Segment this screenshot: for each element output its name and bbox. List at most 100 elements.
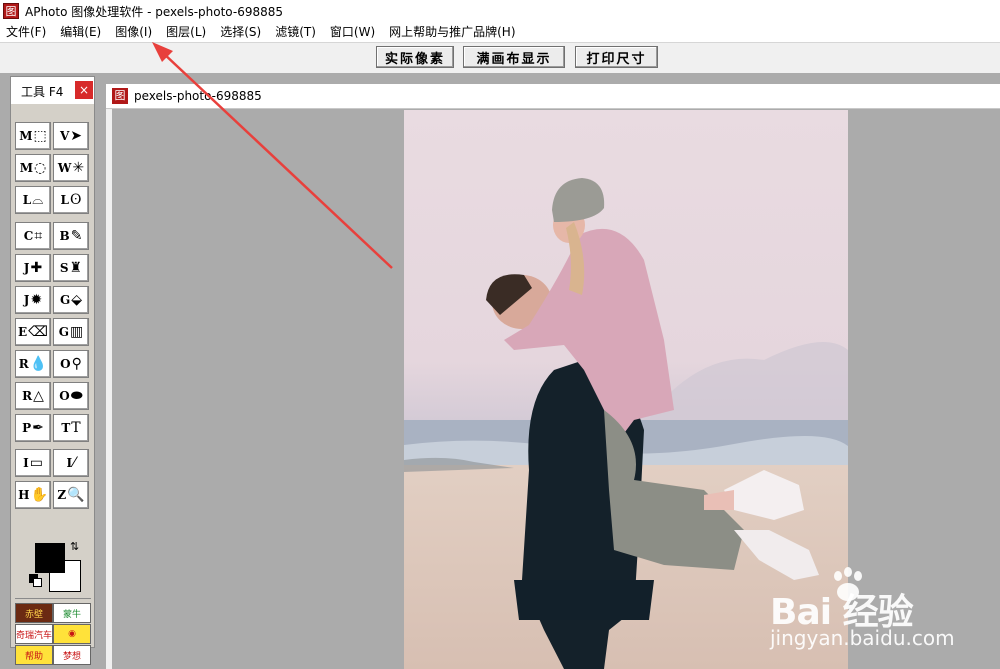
menu-layer[interactable]: 图层(L)	[159, 22, 213, 42]
menu-file[interactable]: 文件(F)	[0, 22, 53, 42]
menu-edit[interactable]: 编辑(E)	[53, 22, 108, 42]
text-icon: T	[71, 420, 81, 436]
tool-button-zoom[interactable]: Z 🔍	[53, 481, 89, 509]
tool-shortcut-key: V	[59, 129, 70, 143]
brush-icon: ✎	[70, 228, 83, 244]
tool-panel-body: M ⬚ V ➤ M ◌ W ✳ L ⌓ Lʘ C ⌗ B ✎ J ✚ S ♜ J ✹ G ⬙ E ⌫ G ▥ R 💧 O ⚲ R △ O ⬬ P ✒ T T…	[11, 104, 94, 665]
tool-button-rect-marquee[interactable]: M ⬚	[15, 122, 51, 150]
tool-shortcut-key: P	[22, 421, 32, 435]
tool-shortcut-key: O	[59, 389, 70, 403]
tool-button-healing-brush[interactable]: J ✚	[15, 254, 51, 282]
red-eye-icon: ✹	[30, 292, 43, 308]
tool-button-eyedropper[interactable]: I ⁄	[53, 449, 89, 477]
brand-ad-tile[interactable]: 帮助	[15, 645, 53, 665]
tool-button-sharpen[interactable]: R △	[15, 382, 51, 410]
document-title: pexels-photo-698885	[134, 89, 262, 103]
lasso-icon: ʘ	[69, 192, 82, 208]
tool-shortcut-key: H	[18, 488, 30, 502]
hand-icon: ✋	[30, 487, 48, 503]
ruler-icon: ▭	[29, 455, 43, 471]
magic-wand-icon: ✳	[72, 160, 85, 176]
sharpen-icon: △	[33, 388, 44, 404]
brand-ad-tile[interactable]: ◉	[53, 624, 91, 644]
ellipse-marquee-icon: ◌	[34, 160, 47, 176]
swap-colors-icon[interactable]: ⇅	[70, 540, 79, 553]
tool-shortcut-key: Z	[57, 488, 67, 502]
tool-panel-title: 工具 F4	[21, 85, 64, 99]
tool-shortcut-key: R	[22, 389, 33, 403]
brand-ad-tile[interactable]: 奇瑞汽车	[15, 624, 53, 644]
tool-shortcut-key: B	[59, 229, 70, 243]
tool-shortcut-key: L	[22, 193, 32, 207]
tool-button-hand[interactable]: H ✋	[15, 481, 51, 509]
tool-shortcut-key: T	[61, 421, 71, 435]
tool-button-brush[interactable]: B ✎	[53, 222, 89, 250]
brand-ad-tile[interactable]: 赤壁	[15, 603, 53, 623]
document-icon: 图	[112, 88, 128, 104]
eraser-icon: ⌫	[28, 324, 48, 340]
watermark-url: jingyan.baidu.com	[770, 626, 955, 650]
clone-stamp-icon: ♜	[69, 260, 83, 276]
tool-shortcut-key: O	[60, 357, 71, 371]
menu-select[interactable]: 选择(S)	[213, 22, 268, 42]
tool-panel: 工具 F4 × M ⬚ V ➤ M ◌ W ✳ L ⌓ Lʘ C ⌗ B ✎ J ✚ S ♜ J ✹ G ⬙ E ⌫ G ▥ R 💧 O ⚲…	[10, 76, 95, 665]
tool-shortcut-key: C	[23, 229, 34, 243]
tool-button-red-eye[interactable]: J ✹	[15, 286, 51, 314]
close-icon[interactable]: ×	[75, 81, 93, 99]
pen-icon: ✒	[32, 420, 44, 436]
divider	[15, 598, 91, 599]
tool-button-eraser[interactable]: E ⌫	[15, 318, 51, 346]
tool-button-gradient[interactable]: G ▥	[53, 318, 89, 346]
tool-button-text[interactable]: TT	[53, 414, 89, 442]
tool-button-crop[interactable]: C ⌗	[15, 222, 51, 250]
zoom-icon: 🔍	[67, 487, 85, 503]
tool-shortcut-key: G	[59, 293, 71, 307]
brand-ad-tile[interactable]: 梦想	[53, 645, 91, 665]
menu-window[interactable]: 窗口(W)	[323, 22, 382, 42]
tool-shortcut-key: S	[59, 261, 69, 275]
tool-button-blur[interactable]: R 💧	[15, 350, 51, 378]
eyedropper-icon: ⁄	[73, 455, 76, 471]
menu-bar: 文件(F) 编辑(E) 图像(I) 图层(L) 选择(S) 滤镜(T) 窗口(W…	[0, 22, 1000, 42]
menu-image[interactable]: 图像(I)	[108, 22, 159, 42]
tool-button-sponge[interactable]: O ⬬	[53, 382, 89, 410]
tool-shortcut-key: M	[19, 129, 33, 143]
tool-button-lasso[interactable]: Lʘ	[53, 186, 89, 214]
move-icon: ➤	[70, 128, 83, 144]
dodge-icon: ⚲	[71, 356, 82, 372]
tool-button-ruler[interactable]: I ▭	[15, 449, 51, 477]
tool-shortcut-key: R	[18, 357, 29, 371]
document-titlebar[interactable]: 图 pexels-photo-698885	[106, 84, 1000, 109]
fit-canvas-button[interactable]: 满画布显示	[463, 46, 565, 68]
title-bar: 图 APhoto 图像处理软件 - pexels-photo-698885	[0, 0, 1000, 22]
sponge-icon: ⬬	[70, 388, 83, 404]
crop-icon: ⌗	[34, 228, 43, 244]
tool-panel-header[interactable]: 工具 F4 ×	[11, 77, 94, 103]
blur-icon: 💧	[29, 356, 48, 372]
toolbar: 实际像素 满画布显示 打印尺寸	[0, 42, 1000, 74]
tool-button-ellipse-marquee[interactable]: M ◌	[15, 154, 51, 182]
tool-button-paint-bucket[interactable]: G ⬙	[53, 286, 89, 314]
tool-shortcut-key: L	[60, 193, 69, 207]
gradient-icon: ▥	[70, 324, 84, 340]
polygon-lasso-icon: ⌓	[32, 192, 44, 208]
tool-button-move[interactable]: V ➤	[53, 122, 89, 150]
tool-shortcut-key: W	[57, 161, 72, 175]
actual-pixels-button[interactable]: 实际像素	[376, 46, 454, 68]
tool-shortcut-key: I	[23, 456, 29, 470]
tool-button-clone-stamp[interactable]: S ♜	[53, 254, 89, 282]
brand-ad-tile[interactable]: 蒙牛	[53, 603, 91, 623]
tool-button-dodge[interactable]: O ⚲	[53, 350, 89, 378]
default-colors-icon[interactable]	[29, 574, 42, 587]
print-size-button[interactable]: 打印尺寸	[575, 46, 658, 68]
tool-shortcut-key: J	[23, 293, 30, 307]
menu-help[interactable]: 网上帮助与推广品牌(H)	[382, 22, 522, 42]
paint-bucket-icon: ⬙	[71, 292, 83, 308]
menu-filter[interactable]: 滤镜(T)	[268, 22, 323, 42]
window-title: APhoto 图像处理软件 - pexels-photo-698885	[25, 4, 284, 19]
tool-button-magic-wand[interactable]: W ✳	[53, 154, 89, 182]
tool-shortcut-key: J	[23, 261, 30, 275]
foreground-color-swatch[interactable]	[35, 543, 65, 573]
tool-button-pen[interactable]: P ✒	[15, 414, 51, 442]
tool-button-polygon-lasso[interactable]: L ⌓	[15, 186, 51, 214]
